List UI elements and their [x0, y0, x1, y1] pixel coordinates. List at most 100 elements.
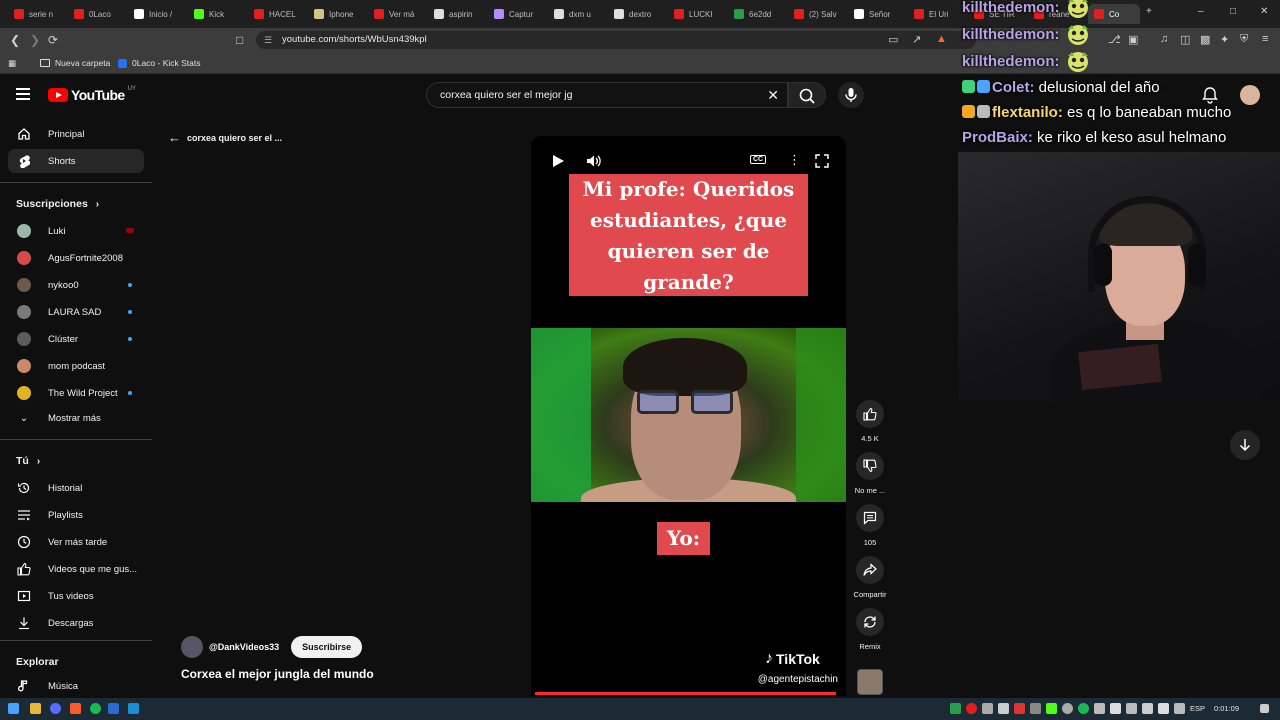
tray-record-icon[interactable]: [966, 703, 977, 714]
search-input[interactable]: corxea quiero ser el mejor jg ✕: [426, 82, 788, 108]
reload-icon[interactable]: ⟳: [48, 33, 58, 47]
browser-tab[interactable]: Señor: [848, 4, 904, 24]
tray-icon[interactable]: [998, 703, 1009, 714]
tray-icon[interactable]: [982, 703, 993, 714]
sound-thumbnail[interactable]: [857, 669, 883, 695]
like-button[interactable]: 4.5 K: [850, 400, 890, 443]
wifi-icon[interactable]: [1142, 703, 1153, 714]
show-more-button[interactable]: ⌄ Mostrar más: [8, 406, 144, 430]
cast-icon[interactable]: ▭: [888, 33, 898, 46]
sidebar-item-music[interactable]: Música: [8, 674, 144, 698]
vpn-shield-icon[interactable]: ⛨: [1240, 33, 1248, 46]
sidebar-subscription-item[interactable]: nykoo0: [8, 273, 144, 297]
scroll-next-button[interactable]: [1230, 430, 1260, 460]
sidebar-item-home[interactable]: Principal: [8, 122, 144, 146]
account-avatar[interactable]: [1240, 85, 1260, 105]
dislike-button[interactable]: No me ...: [850, 452, 890, 495]
spotify-icon[interactable]: [90, 703, 101, 714]
browser-tab[interactable]: El Uri: [908, 4, 964, 24]
comments-button[interactable]: 105: [850, 504, 890, 547]
steam-icon[interactable]: [108, 703, 119, 714]
start-windows-icon[interactable]: [8, 703, 19, 714]
sidebar-toggle-icon[interactable]: ◫: [1180, 33, 1190, 46]
sidebar-item-your-videos[interactable]: Tus videos: [8, 584, 144, 608]
browser-tab[interactable]: dxm u: [548, 4, 604, 24]
tray-icon[interactable]: [1094, 703, 1105, 714]
search-button[interactable]: [788, 82, 826, 108]
browser-tab[interactable]: Iphone: [308, 4, 364, 24]
sidebar-subscription-item[interactable]: LAURA SAD: [8, 300, 144, 324]
media-control-icon[interactable]: ♫: [1160, 33, 1168, 45]
share-button[interactable]: Compartir: [850, 556, 890, 599]
sidebar-subscription-item[interactable]: Clúster: [8, 327, 144, 351]
file-explorer-icon[interactable]: [30, 703, 41, 714]
play-icon[interactable]: [551, 154, 565, 168]
browser-tab[interactable]: HACEL: [248, 4, 304, 24]
video-title[interactable]: Corxea el mejor jungla del mundo: [181, 667, 374, 681]
browser-tab[interactable]: Inicio /: [128, 4, 184, 24]
guide-menu-icon[interactable]: [16, 88, 30, 100]
tray-icon[interactable]: [1014, 703, 1025, 714]
browser-tab[interactable]: LUCKI: [668, 4, 724, 24]
subscribe-button[interactable]: Suscribirse: [291, 636, 363, 658]
apps-grid-icon[interactable]: ▦: [8, 58, 16, 69]
browser-tab[interactable]: 0Laco: [68, 4, 124, 24]
wallet-icon[interactable]: ▩: [1200, 33, 1210, 46]
fullscreen-icon[interactable]: [815, 154, 829, 168]
shorts-video-player[interactable]: CC ⋮ Mi profe: Queridos estudiantes, ¿qu…: [531, 136, 846, 696]
taskbar-clock[interactable]: 0:01:09: [1214, 704, 1239, 713]
browser-tab[interactable]: Ver má: [368, 4, 424, 24]
sidebar-subscription-item[interactable]: Luki: [8, 219, 144, 243]
site-info-icon[interactable]: ☰: [264, 31, 272, 49]
url-field[interactable]: ☰ youtube.com/shorts/WbUsn439kpl: [256, 31, 976, 49]
tray-icon[interactable]: [1078, 703, 1089, 714]
clear-search-icon[interactable]: ✕: [767, 83, 779, 107]
captions-icon[interactable]: CC: [750, 155, 767, 164]
speaker-icon[interactable]: [1158, 703, 1169, 714]
sidebar-item-liked[interactable]: Videos que me gus...: [8, 557, 144, 581]
browser-tab[interactable]: Captur: [488, 4, 544, 24]
downloads-toolbar-icon[interactable]: ▣: [1128, 33, 1138, 46]
share-page-icon[interactable]: ↗: [912, 33, 921, 46]
channel-avatar[interactable]: [181, 636, 203, 658]
browser-tab[interactable]: Kick: [188, 4, 244, 24]
sidebar-item-shorts[interactable]: Shorts: [8, 149, 144, 173]
remix-button[interactable]: Remix: [850, 608, 890, 651]
sidebar-subscription-item[interactable]: The Wild Project: [8, 381, 144, 405]
channel-name[interactable]: @DankVideos33: [209, 642, 279, 652]
volume-icon[interactable]: [586, 154, 602, 168]
tray-icon[interactable]: [1126, 703, 1137, 714]
more-options-icon[interactable]: ⋮: [788, 152, 801, 168]
sidebar-item-watch-later[interactable]: Ver más tarde: [8, 530, 144, 554]
browser-tab[interactable]: dextro: [608, 4, 664, 24]
browser-tab[interactable]: aspirin: [428, 4, 484, 24]
sidebar-subscription-item[interactable]: mom podcast: [8, 354, 144, 378]
notifications-bell-icon[interactable]: [1202, 86, 1218, 104]
tray-icon[interactable]: [1110, 703, 1121, 714]
tray-icon[interactable]: [1046, 703, 1057, 714]
bookmark-kick-stats[interactable]: 0Laco - Kick Stats: [118, 58, 201, 68]
bookmark-folder[interactable]: Nueva carpeta: [40, 58, 110, 68]
sidebar-subscription-item[interactable]: AgusFortnite2008: [8, 246, 144, 270]
minimize-window-icon[interactable]: –: [1198, 6, 1204, 17]
bookmark-icon[interactable]: □: [236, 33, 243, 47]
browser-menu-icon[interactable]: ≡: [1262, 33, 1268, 45]
video-progress-bar[interactable]: [535, 692, 836, 695]
sidebar-item-download[interactable]: Descargas: [8, 611, 144, 635]
you-heading[interactable]: Tú ›: [16, 455, 40, 467]
browser-tab[interactable]: Co: [1088, 4, 1140, 24]
browser-tab[interactable]: serie n: [8, 4, 64, 24]
tray-icon[interactable]: [1062, 703, 1073, 714]
close-window-icon[interactable]: ✕: [1260, 6, 1268, 17]
tray-icon[interactable]: [1030, 703, 1041, 714]
maximize-window-icon[interactable]: □: [1230, 6, 1236, 17]
tray-icon[interactable]: [950, 703, 961, 714]
new-tab-icon[interactable]: +: [1146, 6, 1152, 17]
notification-center-icon[interactable]: [1260, 704, 1269, 713]
back-to-results-button[interactable]: ← corxea quiero ser el ...: [168, 130, 282, 145]
input-language[interactable]: ESP: [1190, 704, 1205, 713]
extensions-icon[interactable]: ⎇: [1108, 33, 1121, 46]
sidebar-item-history[interactable]: Historial: [8, 476, 144, 500]
back-arrow-icon[interactable]: ❮: [10, 33, 20, 47]
leo-ai-icon[interactable]: ✦: [1220, 33, 1229, 46]
